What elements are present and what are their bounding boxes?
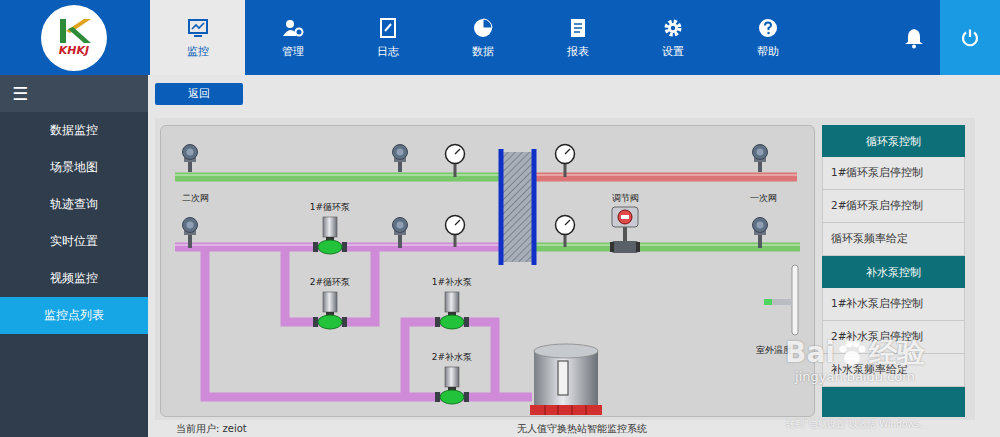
pressure-transmitter-icon — [753, 145, 768, 173]
notification-button[interactable] — [888, 0, 940, 75]
control-section-header: 补水泵控制 — [822, 256, 965, 288]
nav-tab[interactable]: 数据 — [435, 0, 530, 75]
sidebar-item[interactable]: 监控点列表 — [0, 297, 148, 334]
nav-tab[interactable]: 监控 — [150, 0, 245, 75]
nav-tab[interactable]: 报表 — [530, 0, 625, 75]
sidebar-item[interactable]: 数据监控 — [0, 112, 148, 149]
pump-label: 1#循环泵 — [310, 202, 350, 212]
back-button[interactable]: 返回 — [155, 83, 243, 105]
pump[interactable]: 1#补水泵 — [432, 277, 472, 329]
main-nav: 监控 管理 日志 数据 报表 设置 帮助 — [150, 0, 815, 75]
outdoor-temp-label: 室外温度 — [756, 345, 792, 355]
pump-label: 1#补水泵 — [432, 277, 472, 287]
pressure-gauge-icon — [446, 145, 465, 178]
network-label: 二次网 — [182, 193, 209, 203]
sidebar-item[interactable]: 轨迹查询 — [0, 186, 148, 223]
pump[interactable]: 1#循环泵 — [310, 202, 350, 254]
main-area: 返回 二次网 一次网 1#循环泵 2#循环泵 1#补水泵 2#补水泵 调节阀室外温度 循环泵… — [148, 75, 1000, 437]
pressure-transmitter-icon — [753, 218, 768, 249]
nav-tab[interactable]: 管理 — [245, 0, 340, 75]
control-item[interactable]: 循环泵频率给定 — [822, 223, 965, 256]
pressure-gauge-icon — [556, 216, 575, 248]
hamburger-icon: ☰ — [12, 83, 28, 104]
control-section-header — [822, 387, 965, 417]
paw-icon — [837, 338, 867, 368]
control-section-header: 循环泵控制 — [822, 125, 965, 157]
gear-icon — [662, 17, 684, 39]
top-bar: KHKJ 监控 管理 日志 数据 报表 设置 帮助 — [0, 0, 1000, 75]
control-item[interactable]: 1#循环泵启停控制 — [822, 157, 965, 190]
pressure-transmitter-icon — [183, 145, 198, 173]
pressure-transmitter-icon — [393, 218, 408, 249]
help-icon — [757, 17, 779, 39]
system-title: 无人值守换热站智能监控系统 — [517, 422, 647, 436]
current-user: 当前用户: zeiot — [176, 422, 247, 436]
bell-icon — [904, 27, 924, 49]
diagram-canvas: 二次网 一次网 1#循环泵 2#循环泵 1#补水泵 2#补水泵 调节阀室外温度 — [160, 125, 815, 417]
pressure-transmitter-icon — [393, 145, 408, 173]
report-icon — [567, 17, 589, 39]
notebook-icon — [377, 17, 399, 39]
sidebar-item[interactable]: 视频监控 — [0, 260, 148, 297]
pressure-transmitter-icon — [183, 218, 198, 249]
logo-badge: KHKJ — [41, 5, 107, 71]
logo-text: KHKJ — [59, 45, 89, 57]
control-item[interactable]: 1#补水泵启停控制 — [822, 288, 965, 321]
heat-exchanger — [501, 149, 534, 265]
control-item[interactable]: 2#循环泵启停控制 — [822, 190, 965, 223]
sidebar-item[interactable]: 场景地图 — [0, 149, 148, 186]
users-icon — [282, 17, 304, 39]
logo-mark-icon — [54, 17, 94, 45]
pressure-gauge-icon — [446, 216, 465, 248]
regulating-valve[interactable]: 调节阀 — [610, 193, 640, 253]
pump-label: 2#补水泵 — [432, 352, 472, 362]
monitor-icon — [187, 17, 209, 39]
pump-label: 2#循环泵 — [310, 277, 350, 287]
process-diagram: 二次网 一次网 1#循环泵 2#循环泵 1#补水泵 2#补水泵 调节阀室外温度 — [160, 125, 815, 417]
activation-notice: 转到“电脑设置”以激活 Windows。 — [786, 418, 928, 431]
power-icon — [960, 28, 980, 48]
pipes — [175, 175, 800, 397]
logout-button[interactable] — [940, 0, 1000, 75]
menu-toggle[interactable]: ☰ — [0, 75, 148, 112]
outdoor-temp-sensor: 室外温度 — [756, 265, 798, 355]
pump[interactable]: 2#循环泵 — [310, 277, 350, 329]
nav-tab[interactable]: 设置 — [625, 0, 720, 75]
control-panel: 循环泵控制 1#循环泵启停控制2#循环泵启停控制循环泵频率给定补水泵控制 1#补… — [822, 125, 965, 417]
sidebar-item[interactable]: 实时位置 — [0, 223, 148, 260]
pump[interactable]: 2#补水泵 — [432, 352, 472, 404]
watermark: Bai 经验 jingyan.baidu.com — [760, 338, 950, 384]
pressure-gauge-icon — [556, 145, 575, 178]
network-label: 一次网 — [750, 193, 777, 203]
valve-label: 调节阀 — [612, 193, 639, 203]
control-item[interactable]: 补水泵频率给定 — [822, 354, 965, 387]
nav-tab[interactable]: 日志 — [340, 0, 435, 75]
logo: KHKJ — [0, 0, 148, 75]
nav-tab[interactable]: 帮助 — [720, 0, 815, 75]
water-tank — [530, 344, 602, 415]
sidebar: ☰ 数据监控场景地图轨迹查询实时位置视频监控监控点列表 — [0, 75, 148, 437]
app-window: KHKJ 监控 管理 日志 数据 报表 设置 帮助 ☰ 数据监控场景地图轨迹查询… — [0, 0, 1000, 437]
monitor-panel: 二次网 一次网 1#循环泵 2#循环泵 1#补水泵 2#补水泵 调节阀室外温度 循环泵控制 … — [155, 118, 975, 420]
pie-chart-icon — [472, 17, 494, 39]
control-item[interactable]: 2#补水泵启停控制 — [822, 321, 965, 354]
